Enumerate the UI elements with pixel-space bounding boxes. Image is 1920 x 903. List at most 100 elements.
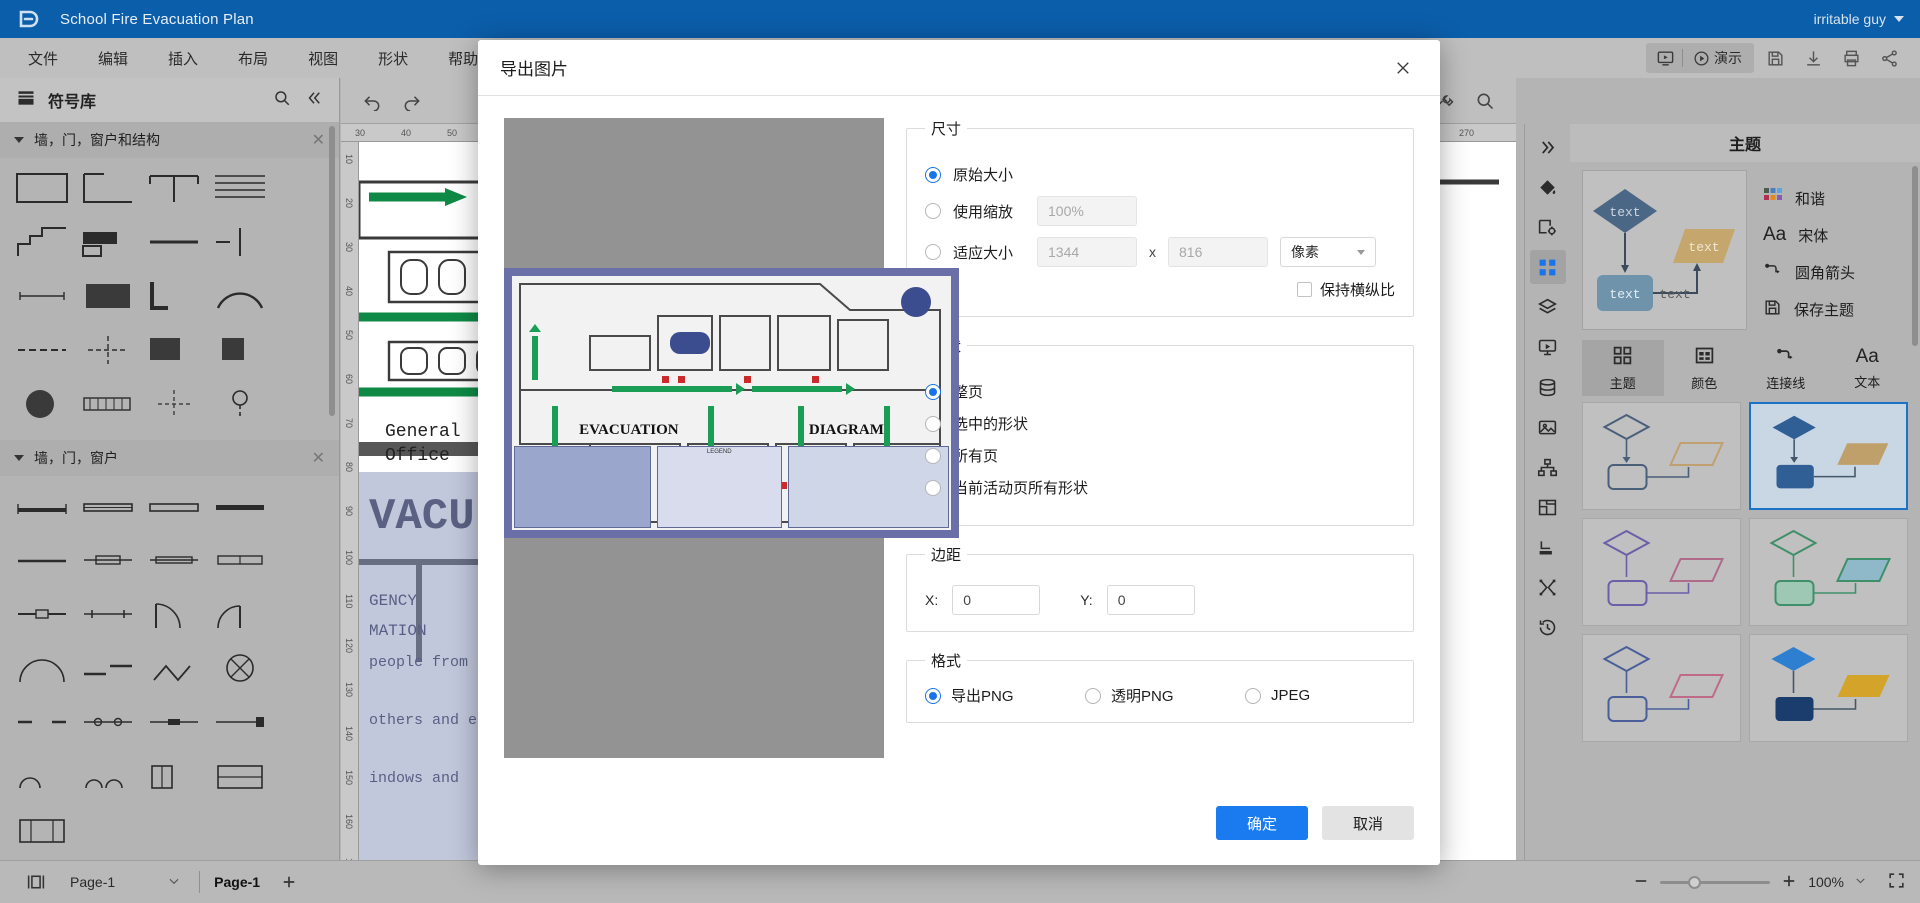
symbol-corner[interactable] xyxy=(80,168,136,208)
symbol-node[interactable] xyxy=(212,384,268,424)
search-icon[interactable] xyxy=(273,89,291,112)
close-icon[interactable]: ✕ xyxy=(312,448,325,468)
symbol-panel-b[interactable] xyxy=(212,756,268,796)
radio-all-shapes-current-page[interactable]: 当前活动页所有形状 xyxy=(925,477,1395,498)
theme-card[interactable] xyxy=(1582,634,1741,742)
theme-option-font[interactable]: Aa 宋体 xyxy=(1763,224,1855,246)
zoom-in-button[interactable] xyxy=(1780,872,1798,893)
symbol-lines[interactable] xyxy=(212,168,268,208)
symbol-solid-rect[interactable] xyxy=(80,276,136,316)
symbol-wall-d[interactable] xyxy=(212,486,268,526)
symbol-crosshair[interactable] xyxy=(80,330,136,370)
present-button[interactable]: 演示 xyxy=(1683,43,1752,73)
page-selector[interactable]: Page-1 xyxy=(58,874,193,891)
symbol-hatch[interactable] xyxy=(80,384,136,424)
connector-style-icon[interactable] xyxy=(1530,530,1566,564)
menu-item-file[interactable]: 文件 xyxy=(8,42,78,75)
symbol-arch-a[interactable] xyxy=(14,756,70,796)
radio-button[interactable] xyxy=(925,447,941,464)
symbol-solid-sq1[interactable] xyxy=(146,330,202,370)
floorplan-icon[interactable] xyxy=(1530,490,1566,524)
theme-card-selected[interactable] xyxy=(1749,402,1908,510)
symbol-dash[interactable] xyxy=(14,330,70,370)
theme-option-harmony[interactable]: 和谐 xyxy=(1763,186,1855,210)
radio-selected-shapes[interactable]: 选中的形状 xyxy=(925,413,1395,434)
page-view-toggle[interactable] xyxy=(14,873,58,891)
menu-item-insert[interactable]: 插入 xyxy=(148,42,218,75)
radio-jpeg[interactable]: JPEG xyxy=(1245,687,1395,704)
radio-button[interactable] xyxy=(1085,687,1101,704)
symbol-door-plain[interactable] xyxy=(146,702,202,742)
shape-settings-icon[interactable] xyxy=(1530,210,1566,244)
radio-all-pages[interactable]: 所有页 xyxy=(925,445,1395,466)
height-input[interactable]: 816 xyxy=(1168,237,1268,267)
symbol-door-swing-a[interactable] xyxy=(146,594,202,634)
distribute-icon[interactable] xyxy=(1530,570,1566,604)
theme-option-connector[interactable]: 圆角箭头 xyxy=(1763,260,1855,284)
symbol-door-end[interactable] xyxy=(212,702,268,742)
symbol-opening[interactable] xyxy=(14,702,70,742)
symbol-window-b[interactable] xyxy=(146,540,202,580)
width-input[interactable]: 1344 xyxy=(1037,237,1137,267)
ok-button[interactable]: 确定 xyxy=(1216,806,1308,840)
theme-card[interactable] xyxy=(1749,518,1908,626)
keep-aspect-ratio-row[interactable]: 保持横纵比 xyxy=(925,279,1395,300)
zoom-slider-knob[interactable] xyxy=(1688,875,1702,889)
symbol-wall-e[interactable] xyxy=(14,540,70,580)
save-icon[interactable] xyxy=(1758,43,1792,73)
layers-icon[interactable] xyxy=(1530,290,1566,324)
radio-original-size[interactable]: 原始大小 xyxy=(925,164,1395,185)
radio-whole-page[interactable]: 整页 xyxy=(925,381,1395,402)
radio-transparent-png[interactable]: 透明PNG xyxy=(1085,685,1235,706)
slide-icon[interactable] xyxy=(1530,330,1566,364)
fill-bucket-icon[interactable] xyxy=(1530,170,1566,204)
radio-use-scale[interactable]: 使用缩放 100% xyxy=(925,196,1395,226)
tab-color[interactable]: 颜色 xyxy=(1664,340,1746,396)
menu-item-shape[interactable]: 形状 xyxy=(358,42,428,75)
collapse-icon[interactable] xyxy=(305,89,323,112)
symbol-center-mark[interactable] xyxy=(146,384,202,424)
history-icon[interactable] xyxy=(1530,610,1566,644)
margin-x-input[interactable]: 0 xyxy=(952,585,1041,615)
radio-button[interactable] xyxy=(1245,687,1261,704)
symbol-wall-b[interactable] xyxy=(80,486,136,526)
image-icon[interactable] xyxy=(1530,410,1566,444)
sidebar-scrollbar[interactable] xyxy=(329,126,335,416)
page-tab-page-1[interactable]: Page-1 xyxy=(206,874,268,890)
theme-option-save[interactable]: 保存主题 xyxy=(1763,298,1855,321)
radio-button[interactable] xyxy=(925,383,941,400)
symbol-wall-c[interactable] xyxy=(146,486,202,526)
slideshow-icon[interactable] xyxy=(1648,43,1682,73)
radio-button[interactable] xyxy=(925,244,941,260)
scale-input[interactable]: 100% xyxy=(1037,196,1137,226)
close-icon[interactable]: ✕ xyxy=(312,130,325,150)
undo-icon[interactable] xyxy=(355,86,389,116)
tab-text[interactable]: Aa 文本 xyxy=(1827,340,1909,396)
redo-icon[interactable] xyxy=(395,86,429,116)
theme-preview-thumbnail[interactable]: text text text text xyxy=(1582,170,1747,330)
symbol-window-a[interactable] xyxy=(80,540,136,580)
symbol-solid-sq2[interactable] xyxy=(212,330,268,370)
menu-item-edit[interactable]: 编辑 xyxy=(78,42,148,75)
cancel-button[interactable]: 取消 xyxy=(1322,806,1414,840)
database-icon[interactable] xyxy=(1530,370,1566,404)
symbol-stairs[interactable] xyxy=(14,222,70,262)
menu-item-view[interactable]: 视图 xyxy=(288,42,358,75)
sidebar-section-walls-doors-windows-structure[interactable]: 墙，门，窗户和结构 ✕ xyxy=(0,122,339,158)
theme-card[interactable] xyxy=(1582,402,1741,510)
symbol-dim-line[interactable] xyxy=(14,276,70,316)
symbol-panel-a[interactable] xyxy=(146,756,202,796)
symbol-wall-a[interactable] xyxy=(14,486,70,526)
user-menu[interactable]: irritable guy xyxy=(1814,11,1904,27)
print-icon[interactable] xyxy=(1834,43,1868,73)
symbol-panel-c[interactable] xyxy=(14,810,70,850)
symbol-door-swing-b[interactable] xyxy=(212,594,268,634)
symbol-door-double[interactable] xyxy=(14,648,70,688)
radio-button[interactable] xyxy=(925,479,941,496)
add-page-button[interactable] xyxy=(268,873,310,891)
chevron-down-icon[interactable] xyxy=(1854,874,1867,890)
symbol-block[interactable] xyxy=(80,222,136,262)
radio-fit-size[interactable]: 适应大小 1344 x 816 像素 xyxy=(925,237,1395,267)
symbol-circle[interactable] xyxy=(14,384,70,424)
symbol-door-fold[interactable] xyxy=(146,648,202,688)
